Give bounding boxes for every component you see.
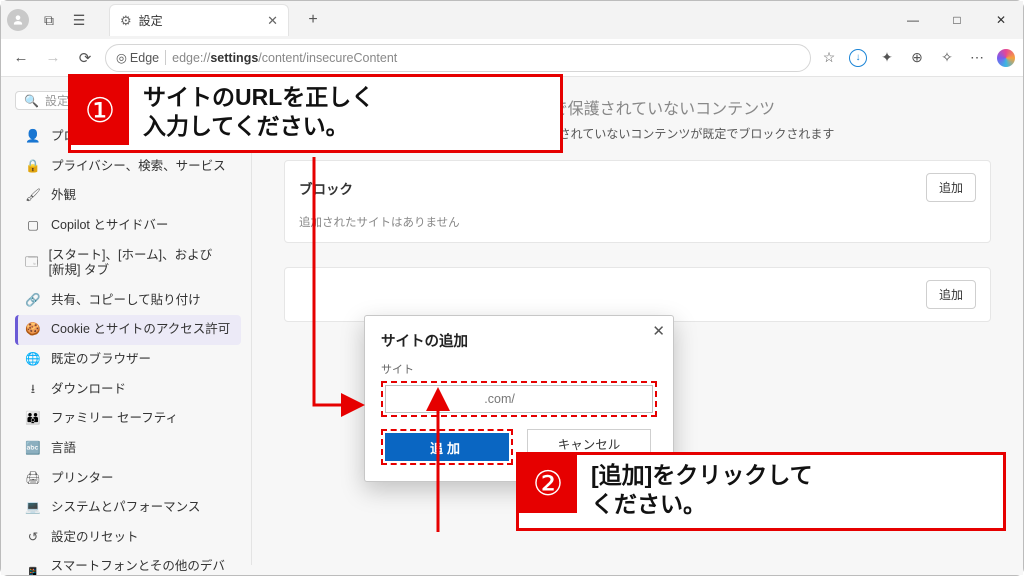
screenshot-icon[interactable]: ✧ <box>937 48 957 68</box>
profile-avatar[interactable] <box>7 9 29 31</box>
sidebar-item-icon: ⭳ <box>25 382 41 398</box>
sidebar-item-icon: 🌐 <box>25 352 41 368</box>
sidebar-item-icon: 🔗 <box>25 293 41 309</box>
sidebar-item-12[interactable]: 💻 システムとパフォーマンス <box>15 493 241 523</box>
callout-arrow-2 <box>428 387 448 537</box>
sidebar-item-label: スマートフォンとその他のデバイス <box>51 559 231 575</box>
sidebar-item-icon: 👤 <box>25 129 41 145</box>
sidebar-item-label: プライバシー、検索、サービス <box>51 159 226 175</box>
workspaces-icon[interactable]: ⧉ <box>39 12 59 29</box>
sidebar-item-2[interactable]: 🖌 外観 <box>15 181 241 211</box>
sidebar-item-label: 外観 <box>51 188 76 204</box>
window-close[interactable]: ✕ <box>979 1 1023 39</box>
sidebar-item-label: 言語 <box>51 441 76 457</box>
sidebar-item-icon: 📱 <box>25 567 41 575</box>
sidebar-item-label: システムとパフォーマンス <box>51 500 200 516</box>
sidebar-item-10[interactable]: 🔤 言語 <box>15 434 241 464</box>
dialog-title: サイトの追加 <box>381 330 657 351</box>
block-add-button[interactable]: 追加 <box>926 173 976 202</box>
browser-toolbar: ← → ⟳ ◎ Edge edge://settings/content/ins… <box>1 39 1023 77</box>
sidebar-item-label: ダウンロード <box>51 382 126 398</box>
callout-2-text: [追加]をクリックして ください。 <box>577 455 827 528</box>
close-tab-icon[interactable]: ✕ <box>267 13 278 29</box>
sidebar-item-icon: 💻 <box>25 500 41 516</box>
window-minimize[interactable]: — <box>891 1 935 39</box>
sidebar-item-8[interactable]: ⭳ ダウンロード <box>15 375 241 405</box>
site-url-input[interactable] <box>385 385 653 413</box>
sidebar-item-label: 既定のブラウザー <box>51 352 151 368</box>
more-icon[interactable]: ⋯ <box>967 48 987 68</box>
collections-icon[interactable]: ⊕ <box>907 48 927 68</box>
sidebar-item-label: 設定のリセット <box>51 530 139 546</box>
sidebar-item-11[interactable]: 🖨 プリンター <box>15 464 241 494</box>
window-titlebar: ⧉ ☰ ⚙ 設定 ✕ + — □ ✕ <box>1 1 1023 39</box>
browser-tab[interactable]: ⚙ 設定 ✕ <box>109 4 289 36</box>
extensions-icon[interactable]: ✦ <box>877 48 897 68</box>
sidebar-item-5[interactable]: 🔗 共有、コピーして貼り付け <box>15 286 241 316</box>
sidebar-item-label: Copilot とサイドバー <box>51 218 168 234</box>
sidebar-item-9[interactable]: 👪 ファミリー セーフティ <box>15 404 241 434</box>
download-icon[interactable]: ↓ <box>849 49 867 67</box>
site-identity[interactable]: ◎ Edge <box>116 50 166 65</box>
sidebar-item-icon: 🔒 <box>25 159 41 175</box>
block-panel: ブロック 追加 追加されたサイトはありません <box>284 160 991 243</box>
sidebar-item-icon: ▢ <box>25 218 41 234</box>
sidebar-item-icon: 🍪 <box>25 322 41 338</box>
forward-button: → <box>41 49 65 66</box>
sidebar-item-label: 共有、コピーして貼り付け <box>51 293 201 309</box>
sidebar-item-6[interactable]: 🍪 Cookie とサイトのアクセス許可 <box>15 315 241 345</box>
sidebar-item-label: ファミリー セーフティ <box>51 411 178 427</box>
address-bar[interactable]: ◎ Edge edge://settings/content/insecureC… <box>105 44 811 72</box>
url-highlight <box>381 381 657 417</box>
new-tab-button[interactable]: + <box>299 11 327 29</box>
back-button[interactable]: ← <box>9 49 33 66</box>
favorite-icon[interactable]: ☆ <box>819 48 839 68</box>
sidebar-item-icon: 🖨 <box>25 471 41 487</box>
sidebar-item-7[interactable]: 🌐 既定のブラウザー <box>15 345 241 375</box>
callout-1-number: ① <box>71 77 129 145</box>
vertical-tabs-icon[interactable]: ☰ <box>69 12 89 29</box>
sidebar-item-label: プリンター <box>51 471 114 487</box>
sidebar-item-icon: 🔤 <box>25 441 41 457</box>
sidebar-item-14[interactable]: 📱 スマートフォンとその他のデバイス <box>15 552 241 575</box>
tab-title: 設定 <box>139 12 163 29</box>
url-text: edge://settings/content/insecureContent <box>172 51 397 65</box>
sidebar-item-13[interactable]: ↺ 設定のリセット <box>15 523 241 553</box>
callout-arrow-1 <box>299 157 379 417</box>
gear-icon: ⚙ <box>120 13 132 29</box>
allow-add-button[interactable]: 追加 <box>926 280 976 309</box>
sidebar-item-4[interactable]: 🗔 [スタート]、[ホーム]、および [新規] タブ <box>15 241 241 286</box>
callout-1-text: サイトのURLを正しく 入力してください。 <box>129 77 388 150</box>
sidebar-item-icon: 🗔 <box>25 255 39 271</box>
brand-label: Edge <box>130 51 159 65</box>
sidebar-item-icon: 🖌 <box>25 188 41 204</box>
allow-panel: 許可 追加 <box>284 267 991 322</box>
search-icon: 🔍 <box>24 94 39 108</box>
sidebar-item-3[interactable]: ▢ Copilot とサイドバー <box>15 211 241 241</box>
sidebar-item-icon: 👪 <box>25 411 41 427</box>
sidebar-item-1[interactable]: 🔒 プライバシー、検索、サービス <box>15 152 241 182</box>
callout-2-number: ② <box>519 455 577 513</box>
sidebar-item-label: [スタート]、[ホーム]、および [新規] タブ <box>49 248 231 279</box>
callout-1: ① サイトのURLを正しく 入力してください。 <box>68 74 563 153</box>
callout-2: ② [追加]をクリックして ください。 <box>516 452 1006 531</box>
sidebar-item-icon: ↺ <box>25 530 41 546</box>
refresh-button[interactable]: ⟳ <box>73 49 97 67</box>
sidebar-item-label: Cookie とサイトのアクセス許可 <box>51 322 230 338</box>
block-empty-text: 追加されたサイトはありません <box>285 214 990 242</box>
dialog-close-icon[interactable]: ✕ <box>652 322 665 340</box>
copilot-icon[interactable] <box>997 49 1015 67</box>
dialog-field-label: サイト <box>381 361 657 377</box>
window-maximize[interactable]: □ <box>935 1 979 39</box>
